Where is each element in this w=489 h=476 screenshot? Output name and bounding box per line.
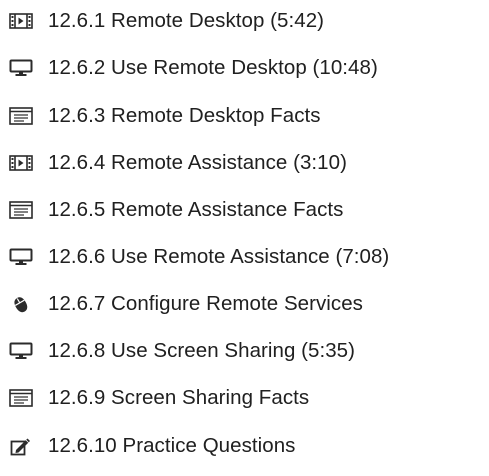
- lesson-label: 12.6.2 Use Remote Desktop (10:48): [48, 56, 378, 79]
- video-icon: [8, 148, 34, 178]
- lesson-label: 12.6.5 Remote Assistance Facts: [48, 198, 344, 221]
- document-icon: [8, 195, 34, 225]
- lesson-label: 12.6.3 Remote Desktop Facts: [48, 104, 321, 127]
- monitor-icon: [8, 242, 34, 272]
- lesson-label: 12.6.6 Use Remote Assistance (7:08): [48, 245, 390, 268]
- lesson-label: 12.6.7 Configure Remote Services: [48, 292, 363, 315]
- lesson-label: 12.6.8 Use Screen Sharing (5:35): [48, 339, 355, 362]
- lesson-label: 12.6.4 Remote Assistance (3:10): [48, 151, 347, 174]
- monitor-icon: [8, 53, 34, 83]
- lesson-list: 12.6.1 Remote Desktop (5:42) 12.6.2 Use …: [0, 0, 489, 476]
- lesson-label: 12.6.9 Screen Sharing Facts: [48, 386, 310, 409]
- monitor-icon: [8, 336, 34, 366]
- mouse-icon: [8, 289, 34, 319]
- document-icon: [8, 101, 34, 131]
- pencil-check-icon: [8, 431, 34, 461]
- lesson-label: 12.6.1 Remote Desktop (5:42): [48, 9, 325, 32]
- document-icon: [8, 383, 34, 413]
- video-icon: [8, 6, 34, 36]
- lesson-label: 12.6.10 Practice Questions: [48, 434, 296, 457]
